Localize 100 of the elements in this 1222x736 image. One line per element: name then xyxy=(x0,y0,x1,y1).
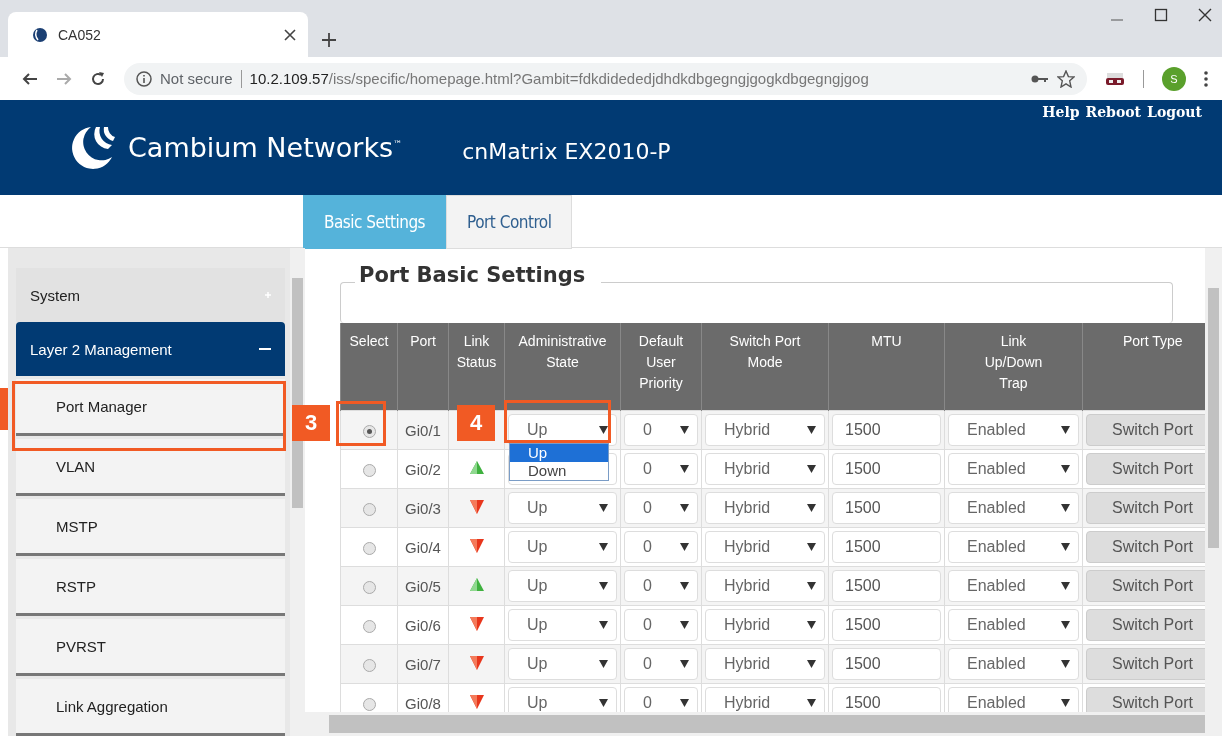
mtu-field[interactable]: 1500 xyxy=(832,453,941,485)
port-type-button[interactable]: Switch Port xyxy=(1086,453,1205,485)
reload-icon[interactable] xyxy=(90,70,106,87)
priority-select[interactable]: 0 xyxy=(624,453,698,485)
mode-select[interactable]: Hybrid xyxy=(705,453,825,485)
scrollbar[interactable] xyxy=(1205,248,1222,736)
mtu-field[interactable]: 1500 xyxy=(832,492,941,524)
select-radio[interactable] xyxy=(362,425,376,439)
priority-select[interactable]: 0 xyxy=(624,570,698,602)
highlight-frame xyxy=(336,401,386,446)
profile-avatar[interactable]: S xyxy=(1162,66,1186,91)
header-link[interactable]: Reboot xyxy=(1085,104,1142,120)
trap-select[interactable]: Enabled xyxy=(948,531,1079,563)
port-cell: Gi0/5 xyxy=(397,566,449,606)
menu-item[interactable]: Link Aggregation xyxy=(16,679,285,736)
mode-select[interactable]: Hybrid xyxy=(705,687,825,712)
caret-icon xyxy=(680,465,689,473)
mode-select[interactable]: Hybrid xyxy=(705,570,825,602)
select-radio[interactable] xyxy=(362,503,376,517)
menu-item[interactable]: MSTP xyxy=(16,499,285,556)
mtu-field[interactable]: 1500 xyxy=(832,687,941,712)
star-icon[interactable] xyxy=(1057,69,1075,88)
expand-icon xyxy=(265,292,271,298)
priority-select[interactable]: 0 xyxy=(624,414,698,446)
mtu-field[interactable]: 1500 xyxy=(832,570,941,602)
mtu-field[interactable]: 1500 xyxy=(832,531,941,563)
select-radio[interactable] xyxy=(362,542,376,556)
address-bar[interactable]: Not secure 10.2.109.57/iss/specific/homepage.html?Gambit=fdkdidededjdhdkdbgegngjgogkdbgegngjgog xyxy=(124,62,1087,95)
menu-item[interactable]: PVRST xyxy=(16,619,285,676)
mode-select[interactable]: Hybrid xyxy=(705,414,825,446)
trap-select[interactable]: Enabled xyxy=(948,414,1079,446)
priority-select[interactable]: 0 xyxy=(624,492,698,524)
mode-select[interactable]: Hybrid xyxy=(705,609,825,641)
port-type-button[interactable]: Switch Port xyxy=(1086,531,1205,563)
port-type-button[interactable]: Switch Port xyxy=(1086,570,1205,602)
select-radio[interactable] xyxy=(362,698,376,712)
mtu-field[interactable]: 1500 xyxy=(832,648,941,680)
trap-select[interactable]: Enabled xyxy=(948,648,1079,680)
priority-select[interactable]: 0 xyxy=(624,648,698,680)
product-name: cnMatrix EX2010-P xyxy=(462,139,671,164)
caret-icon xyxy=(680,543,689,551)
column-header: Link Up/Down Trap xyxy=(944,323,1083,411)
forward-icon[interactable] xyxy=(56,70,72,87)
mtu-field[interactable]: 1500 xyxy=(832,609,941,641)
admin-state-select[interactable]: Up xyxy=(508,531,617,563)
select-radio[interactable] xyxy=(362,464,376,478)
menu-section[interactable]: Layer 2 Management xyxy=(16,322,285,376)
admin-state-select[interactable]: Up xyxy=(508,570,617,602)
port-type-button[interactable]: Switch Port xyxy=(1086,414,1205,446)
extension-icon[interactable] xyxy=(1105,71,1125,86)
back-icon[interactable] xyxy=(22,70,38,87)
admin-state-select[interactable]: Up xyxy=(508,648,617,680)
browser-tab[interactable]: CA052 xyxy=(8,12,308,57)
select-radio[interactable] xyxy=(362,581,376,595)
caret-icon xyxy=(1061,582,1070,590)
admin-state-select[interactable]: Up xyxy=(508,609,617,641)
maximize-icon[interactable] xyxy=(1154,8,1168,22)
admin-state-select[interactable]: Up xyxy=(508,492,617,524)
menu-icon[interactable] xyxy=(1204,70,1208,87)
trap-select[interactable]: Enabled xyxy=(948,453,1079,485)
caret-icon xyxy=(599,582,608,590)
mtu-field[interactable]: 1500 xyxy=(832,414,941,446)
header-link[interactable]: Logout xyxy=(1147,104,1202,120)
port-cell: Gi0/2 xyxy=(397,449,449,489)
trap-select[interactable]: Enabled xyxy=(948,687,1079,712)
scrollbar[interactable] xyxy=(290,248,305,736)
caret-icon xyxy=(807,699,816,707)
header-link[interactable]: Help xyxy=(1042,104,1080,120)
column-header: Select xyxy=(340,323,398,411)
mode-select[interactable]: Hybrid xyxy=(705,492,825,524)
trap-select[interactable]: Enabled xyxy=(948,570,1079,602)
select-radio[interactable] xyxy=(362,659,376,673)
mode-select[interactable]: Hybrid xyxy=(705,531,825,563)
menu-item[interactable]: Port Manager xyxy=(16,379,285,436)
caret-icon xyxy=(599,660,608,668)
priority-select[interactable]: 0 xyxy=(624,687,698,712)
step-badge: 3 xyxy=(292,405,330,441)
port-type-button[interactable]: Switch Port xyxy=(1086,648,1205,680)
scrollbar[interactable] xyxy=(305,712,1205,736)
caret-icon xyxy=(599,426,608,434)
select-radio[interactable] xyxy=(362,620,376,634)
close-icon[interactable] xyxy=(284,28,296,41)
tab[interactable]: Port Control xyxy=(446,195,573,249)
port-type-button[interactable]: Switch Port xyxy=(1086,609,1205,641)
priority-select[interactable]: 0 xyxy=(624,609,698,641)
dropdown-option[interactable]: Up xyxy=(510,444,608,462)
menu-section[interactable]: System xyxy=(16,268,285,322)
mode-select[interactable]: Hybrid xyxy=(705,648,825,680)
admin-state-select[interactable]: Up xyxy=(508,687,617,712)
new-tab-icon[interactable] xyxy=(322,33,336,47)
close-icon[interactable] xyxy=(1198,8,1212,22)
trap-select[interactable]: Enabled xyxy=(948,492,1079,524)
port-type-button[interactable]: Switch Port xyxy=(1086,687,1205,712)
priority-select[interactable]: 0 xyxy=(624,531,698,563)
menu-item[interactable]: RSTP xyxy=(16,559,285,616)
menu-item[interactable]: VLAN xyxy=(16,439,285,496)
trap-select[interactable]: Enabled xyxy=(948,609,1079,641)
port-type-button[interactable]: Switch Port xyxy=(1086,492,1205,524)
caret-icon xyxy=(599,504,608,512)
caret-icon xyxy=(680,699,689,707)
